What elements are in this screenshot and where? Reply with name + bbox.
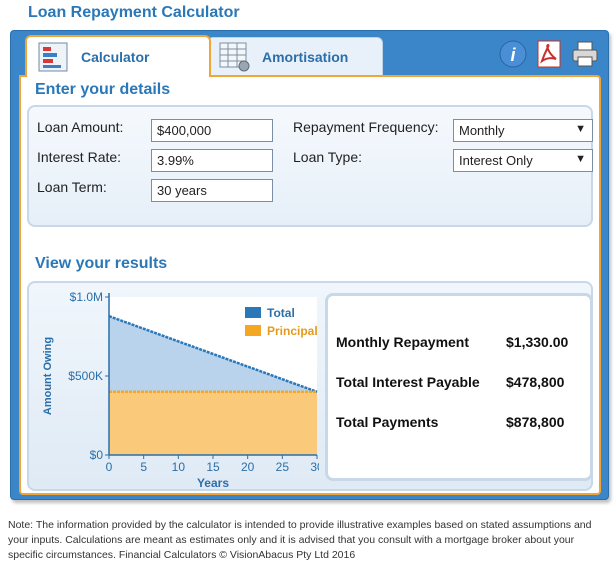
amortisation-table-icon bbox=[219, 42, 250, 71]
x-axis-label: Years bbox=[197, 476, 229, 490]
repayment-frequency-value: Monthly bbox=[459, 123, 505, 138]
calculator-icon bbox=[38, 42, 68, 72]
amount-owing-chart: 051015202530$0$500K$1.0M TotalPrincipal … bbox=[42, 290, 319, 490]
dropdown-arrow-icon: ▼ bbox=[575, 153, 586, 165]
dropdown-arrow-icon: ▼ bbox=[575, 123, 586, 135]
repayment-frequency-select[interactable]: Monthly ▼ bbox=[453, 119, 593, 142]
x-tick-label: 25 bbox=[276, 460, 290, 474]
x-tick-label: 10 bbox=[172, 460, 186, 474]
x-tick-label: 20 bbox=[241, 460, 255, 474]
total-interest-label: Total Interest Payable bbox=[336, 374, 480, 390]
details-heading: Enter your details bbox=[35, 81, 171, 98]
disclaimer-note: Note: The information provided by the ca… bbox=[8, 518, 608, 563]
tab-amortisation-label: Amortisation bbox=[262, 48, 349, 65]
total-payments-value: $878,800 bbox=[506, 414, 565, 430]
interest-rate-label: Interest Rate: bbox=[37, 149, 122, 165]
disclaimer-line-2: your inputs. Calculations are meant as e… bbox=[8, 534, 575, 546]
info-icon[interactable]: i bbox=[498, 39, 528, 69]
y-tick-label: $500K bbox=[68, 369, 103, 383]
principal-area bbox=[109, 391, 317, 455]
tab-calculator[interactable]: Calculator bbox=[25, 35, 211, 77]
loan-type-value: Interest Only bbox=[459, 153, 533, 168]
legend-label-total: Total bbox=[267, 306, 295, 320]
tab-amortisation[interactable]: Amortisation bbox=[207, 37, 383, 75]
y-axis-label: Amount Owing bbox=[42, 337, 54, 415]
loan-term-input[interactable] bbox=[151, 179, 273, 202]
y-tick-label: $0 bbox=[90, 448, 104, 462]
results-box: 051015202530$0$500K$1.0M TotalPrincipal … bbox=[27, 281, 593, 491]
pdf-icon[interactable] bbox=[534, 39, 564, 69]
disclaimer-line-1: Note: The information provided by the ca… bbox=[8, 519, 592, 531]
tab-calculator-label: Calculator bbox=[81, 49, 150, 65]
loan-term-label: Loan Term: bbox=[37, 179, 107, 195]
results-heading: View your results bbox=[35, 255, 168, 272]
legend-swatch-total bbox=[245, 307, 261, 318]
details-box: Loan Amount: Interest Rate: Loan Term: R… bbox=[27, 105, 593, 227]
app-title: Loan Repayment Calculator bbox=[28, 4, 240, 21]
loan-type-label: Loan Type: bbox=[293, 149, 363, 165]
x-tick-label: 0 bbox=[106, 460, 113, 474]
x-tick-label: 5 bbox=[140, 460, 147, 474]
total-payments-label: Total Payments bbox=[336, 414, 439, 430]
legend-label-principal: Principal bbox=[267, 324, 318, 338]
x-tick-label: 30 bbox=[310, 460, 319, 474]
y-tick-label: $1.0M bbox=[70, 290, 103, 304]
total-interest-value: $478,800 bbox=[506, 374, 565, 390]
monthly-repayment-label: Monthly Repayment bbox=[336, 334, 470, 350]
loan-amount-input[interactable] bbox=[151, 119, 273, 142]
print-icon[interactable] bbox=[570, 39, 600, 69]
calculator-panel: Enter your details Loan Amount: Interest… bbox=[19, 75, 601, 495]
repayment-frequency-label: Repayment Frequency: bbox=[293, 119, 439, 135]
loan-type-select[interactable]: Interest Only ▼ bbox=[453, 149, 593, 172]
legend-swatch-principal bbox=[245, 325, 261, 336]
interest-rate-input[interactable] bbox=[151, 149, 273, 172]
x-tick-label: 15 bbox=[206, 460, 220, 474]
loan-amount-label: Loan Amount: bbox=[37, 119, 124, 135]
calculator-frame: Calculator Amortisation i Enter your det… bbox=[10, 30, 609, 500]
monthly-repayment-value: $1,330.00 bbox=[506, 334, 569, 350]
toolbar-icons: i bbox=[498, 39, 600, 69]
results-summary: Monthly Repayment $1,330.00 Total Intere… bbox=[325, 293, 593, 481]
